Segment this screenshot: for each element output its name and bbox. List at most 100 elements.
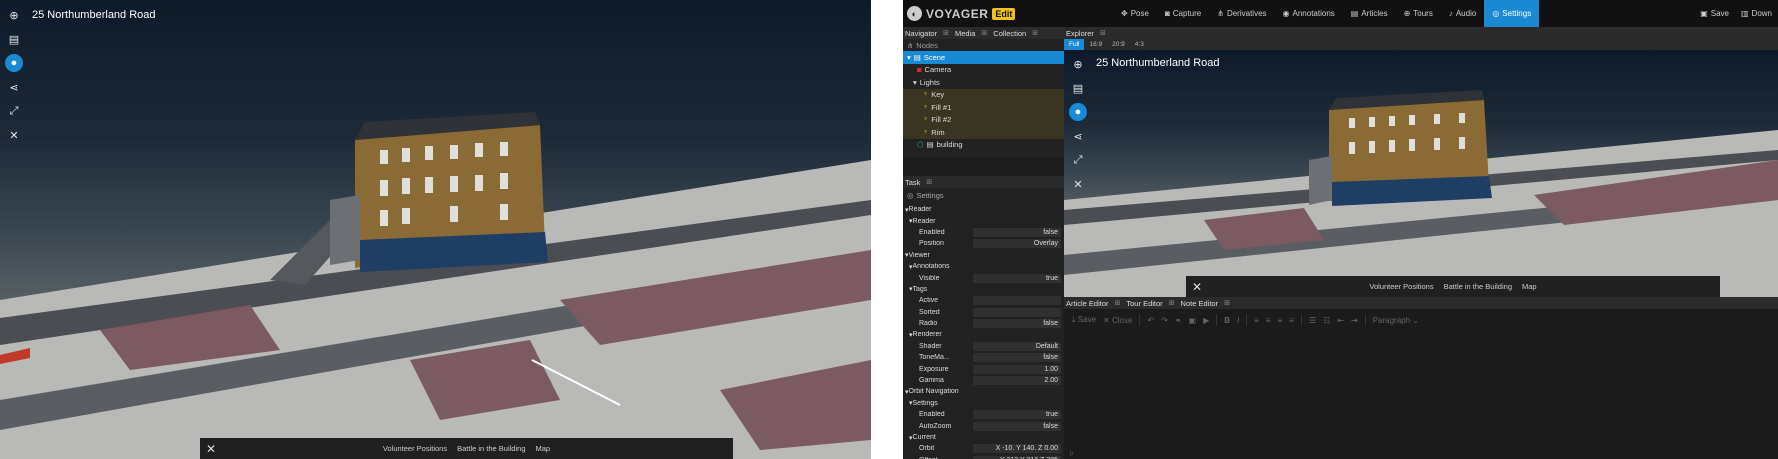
property-value-field[interactable]: true	[973, 273, 1061, 283]
menu-tours[interactable]: ⊕ Tours	[1396, 0, 1441, 27]
tour-item-battle[interactable]: Battle in the Building	[1444, 282, 1512, 291]
grip-icon[interactable]: ⊞	[1100, 29, 1106, 37]
tree-node-fill1[interactable]: ♆ Fill #1	[903, 101, 1064, 114]
property-value-field[interactable]: X -10. Y 140. Z 0.00	[973, 444, 1061, 454]
property-row: Active	[903, 295, 1064, 306]
tab-collection[interactable]: Collection	[993, 29, 1026, 38]
tree-node-lights[interactable]: ▾ Lights	[903, 76, 1064, 89]
align-left-icon[interactable]: ≡	[1254, 316, 1259, 325]
tour-item-battle[interactable]: Battle in the Building	[457, 444, 525, 453]
property-value-field[interactable]: 2.00	[973, 376, 1061, 386]
ratio-full[interactable]: Full	[1064, 39, 1085, 50]
tab-navigator[interactable]: Navigator	[905, 29, 937, 38]
save-button[interactable]: ▣ Save	[1694, 0, 1735, 27]
expand-icon[interactable]: ▾	[907, 53, 911, 62]
align-center-icon[interactable]: ≡	[1266, 316, 1271, 325]
grip-icon[interactable]: ⊞	[926, 178, 932, 186]
tools-icon[interactable]: ✕	[5, 126, 23, 144]
menu-settings[interactable]: ◎ Settings	[1484, 0, 1540, 27]
media-icon[interactable]: ▶	[1203, 316, 1209, 325]
tour-item-volunteer[interactable]: Volunteer Positions	[1369, 282, 1433, 291]
document-icon[interactable]: ▤	[1069, 79, 1087, 97]
ratio-20-9[interactable]: 20:9	[1107, 39, 1130, 50]
property-label: Visible	[919, 274, 940, 282]
tab-note-editor[interactable]: Note Editor	[1181, 299, 1219, 308]
tab-media[interactable]: Media	[955, 29, 975, 38]
menu-pose[interactable]: ✥ Pose	[1113, 0, 1157, 27]
bullet-list-icon[interactable]: ☰	[1309, 316, 1316, 325]
tree-node-camera[interactable]: ◙ Camera	[903, 64, 1064, 77]
property-row: Enabled false	[903, 227, 1064, 238]
close-button[interactable]: ✕ Close	[1103, 316, 1132, 325]
number-list-icon[interactable]: ☷	[1323, 316, 1330, 325]
grip-icon[interactable]: ⊞	[1224, 299, 1230, 307]
outdent-icon[interactable]: ⇤	[1337, 316, 1344, 325]
fullscreen-icon[interactable]: ⤢	[5, 102, 23, 120]
share-icon[interactable]: ⋖	[1069, 127, 1087, 145]
tree-node-scene[interactable]: ▾ ▤ Scene	[903, 51, 1064, 64]
fullscreen-icon[interactable]: ⤢	[1069, 151, 1087, 169]
menu-capture[interactable]: ◙ Capture	[1157, 0, 1209, 27]
tree-node-fill2[interactable]: ♆ Fill #2	[903, 113, 1064, 126]
tools-icon[interactable]: ✕	[1069, 175, 1087, 193]
property-value-field[interactable]	[973, 307, 1061, 317]
globe-icon[interactable]: ⊕	[1069, 55, 1087, 73]
editor-content[interactable]: p	[1064, 331, 1778, 459]
property-value-field[interactable]: false	[973, 227, 1061, 237]
tab-explorer[interactable]: Explorer	[1066, 29, 1094, 38]
tour-item-map[interactable]: Map	[536, 444, 551, 453]
format-select[interactable]: Paragraph ⌄	[1373, 316, 1419, 325]
menu-derivatives[interactable]: ⋔ Derivatives	[1209, 0, 1274, 27]
link-icon[interactable]: ⚭	[1175, 316, 1182, 325]
menu-audio[interactable]: ♪ Audio	[1441, 0, 1484, 27]
tour-item-volunteer[interactable]: Volunteer Positions	[383, 444, 447, 453]
chat-icon[interactable]: ●	[1069, 103, 1087, 121]
bold-icon[interactable]: B	[1224, 316, 1230, 325]
grip-icon[interactable]: ⊞	[1115, 299, 1121, 307]
camera-icon: ◙	[917, 65, 922, 75]
tour-item-map[interactable]: Map	[1522, 282, 1537, 291]
property-value-field[interactable]: false	[973, 319, 1061, 329]
tree-node-building[interactable]: ⬡ ▤ building	[903, 139, 1064, 152]
property-value-field[interactable]: Default	[973, 341, 1061, 351]
tree-node-key[interactable]: ♆ Key	[903, 88, 1064, 101]
ratio-4-3[interactable]: 4:3	[1130, 39, 1149, 50]
property-value-field[interactable]: false	[973, 421, 1061, 431]
grip-icon[interactable]: ⊞	[1032, 29, 1038, 37]
chat-icon[interactable]: ●	[5, 54, 23, 72]
save-button[interactable]: ⤓ Save	[1072, 315, 1096, 325]
property-value-field[interactable]: true	[973, 410, 1061, 420]
property-value-field[interactable]: Overlay	[973, 239, 1061, 249]
property-value-field[interactable]: 1.00	[973, 364, 1061, 374]
tab-task[interactable]: Task	[905, 178, 920, 187]
align-right-icon[interactable]: ≡	[1278, 316, 1283, 325]
globe-icon[interactable]: ⊕	[5, 6, 23, 24]
scene-viewer-explorer[interactable]: 25 Northumberland Road ⊕ ▤ ● ⋖ ⤢ ✕ ✕ Vol…	[1064, 50, 1778, 297]
menu-annotations[interactable]: ◉ Annotations	[1275, 0, 1343, 27]
tab-article-editor[interactable]: Article Editor	[1066, 299, 1109, 308]
grip-icon[interactable]: ⊞	[943, 29, 949, 37]
grip-icon[interactable]: ⊞	[981, 29, 987, 37]
expand-icon[interactable]: ▾	[913, 78, 917, 87]
italic-icon[interactable]: I	[1237, 316, 1239, 325]
download-button[interactable]: ▥ Down	[1735, 0, 1778, 27]
scene-viewer-left[interactable]: 25 Northumberland Road ⊕ ▤ ● ⋖ ⤢ ✕ ✕ Vol…	[0, 0, 871, 459]
property-value-field[interactable]: false	[973, 353, 1061, 363]
menu-articles[interactable]: ▤ Articles	[1343, 0, 1396, 27]
document-icon[interactable]: ▤	[5, 30, 23, 48]
image-icon[interactable]: ▣	[1189, 316, 1197, 325]
indent-icon[interactable]: ⇥	[1351, 316, 1358, 325]
ratio-16-9[interactable]: 16:9	[1084, 39, 1107, 50]
close-icon[interactable]: ✕	[206, 442, 216, 456]
share-icon[interactable]: ⋖	[5, 78, 23, 96]
grip-icon[interactable]: ⊞	[1169, 299, 1175, 307]
property-value-field[interactable]	[973, 296, 1061, 306]
redo-icon[interactable]: ↷	[1161, 316, 1168, 325]
camera-icon: ◙	[1164, 9, 1170, 18]
tab-tour-editor[interactable]: Tour Editor	[1126, 299, 1162, 308]
node-label: Fill #2	[931, 115, 952, 125]
tree-node-rim[interactable]: ♆ Rim	[903, 126, 1064, 139]
align-justify-icon[interactable]: ≡	[1289, 316, 1294, 325]
close-icon[interactable]: ✕	[1192, 280, 1202, 294]
undo-icon[interactable]: ↶	[1147, 316, 1154, 325]
